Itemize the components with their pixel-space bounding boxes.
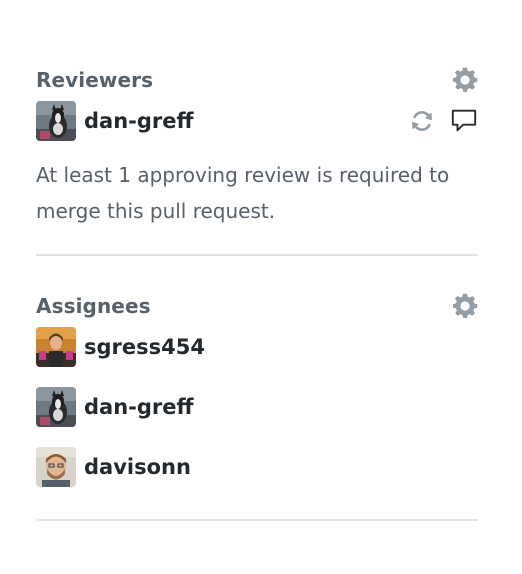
assignee-row: sgress454 [36, 327, 478, 367]
review-requirement-note: At least 1 approving review is required … [36, 163, 450, 223]
assignee-username[interactable]: davisonn [84, 455, 191, 479]
reviewer-row: dan-greff [36, 101, 478, 141]
assignees-section: Assignees sgress454 dan-greff davisonn [36, 256, 478, 521]
assignees-settings-gear-icon[interactable] [450, 291, 480, 321]
assignee-row: davisonn [36, 447, 478, 487]
avatar[interactable] [36, 327, 76, 367]
avatar[interactable] [36, 101, 76, 141]
avatar[interactable] [36, 387, 76, 427]
assignees-header: Assignees [36, 290, 478, 322]
review-comment-icon[interactable] [450, 107, 478, 135]
reviewers-title: Reviewers [36, 68, 154, 92]
gear-icon [450, 291, 480, 321]
reviewer-actions [408, 107, 478, 135]
reviewers-section: Reviewers dan-greff At least 1 approving… [36, 0, 478, 256]
assignees-title: Assignees [36, 294, 151, 318]
gear-icon [450, 65, 480, 95]
re-request-review-sync-icon[interactable] [408, 107, 436, 135]
comment-icon [451, 109, 477, 132]
sync-icon [412, 111, 432, 131]
pr-sidebar: Reviewers dan-greff At least 1 approving… [36, 0, 478, 521]
reviewers-header: Reviewers [36, 64, 478, 96]
assignee-username[interactable]: dan-greff [84, 395, 194, 419]
avatar[interactable] [36, 447, 76, 487]
assignee-username[interactable]: sgress454 [84, 335, 205, 359]
section-divider [36, 519, 478, 521]
reviewer-username[interactable]: dan-greff [84, 109, 194, 133]
avatar-dan-greff-image [36, 101, 76, 141]
avatar-davisonn-image [36, 447, 76, 487]
avatar-sgress454-image [36, 327, 76, 367]
reviewers-settings-gear-icon[interactable] [450, 65, 480, 95]
avatar-dan-greff-image [36, 387, 76, 427]
assignee-row: dan-greff [36, 387, 478, 427]
